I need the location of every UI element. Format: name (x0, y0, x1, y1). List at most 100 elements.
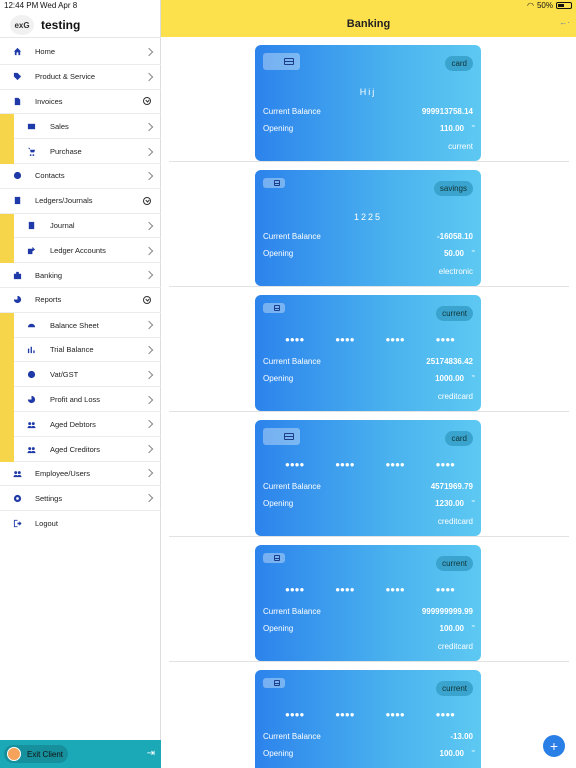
sidebar-footer: Exit Client ⇥ (0, 740, 161, 768)
card-chip-icon (263, 303, 285, 313)
chevron-right-icon (144, 444, 154, 454)
equals-icon: ≈ (471, 249, 475, 255)
list-item[interactable]: savings 1225 Current Balance -16058.10 O… (169, 162, 569, 287)
battery-icon (556, 2, 572, 9)
status-bar: 12:44 PM Wed Apr 8 ◠ 50% (0, 0, 576, 12)
sidebar-item-journal[interactable]: Journal (0, 213, 161, 239)
list-item[interactable]: current ●●●● ●●●● ●●●● ●●●● Current Balance… (169, 287, 569, 412)
bank-card[interactable]: current ●●●● ●●●● ●●●● ●●●● Current Balance… (255, 545, 481, 661)
sidebar-item-aged-debtors[interactable]: Aged Debtors (0, 411, 161, 437)
chevron-right-icon (144, 246, 154, 256)
account-badge: current (436, 306, 473, 321)
chevron-right-icon (144, 395, 154, 404)
sidebar-item-balance-sheet[interactable]: Balance Sheet (0, 312, 161, 338)
bank-card[interactable]: savings 1225 Current Balance -16058.10 O… (255, 170, 481, 286)
sidebar-item-reports[interactable]: Reports (0, 288, 161, 313)
back-arrow-icon[interactable]: ←· (559, 18, 570, 27)
sidebar-item-contacts[interactable]: Contacts (0, 164, 161, 189)
sidebar-item-home[interactable]: Home (0, 40, 161, 65)
current-balance-value: 25174836.42 (426, 357, 473, 366)
sidebar-item-label: Sales (50, 122, 69, 132)
sidebar-item-label: Logout (35, 519, 58, 529)
add-account-button[interactable]: + (543, 735, 565, 757)
pie-icon (13, 295, 22, 304)
wifi-icon: ◠ (527, 1, 534, 10)
sidebar-item-trial-balance[interactable]: Trial Balance (0, 337, 161, 363)
logout-icon[interactable]: ⇥ (147, 748, 155, 759)
sidebar-item-label: Ledger Accounts (50, 246, 106, 256)
sidebar-item-label: Reports (35, 295, 62, 305)
briefcase-icon (13, 271, 22, 280)
contacts-icon (13, 171, 22, 180)
pie-icon (27, 395, 36, 404)
exit-client-button[interactable]: Exit Client (4, 745, 68, 763)
sidebar-item-label: Profit and Loss (50, 395, 101, 405)
users-icon (27, 445, 36, 454)
chevron-right-icon (144, 72, 154, 81)
sidebar-item-banking[interactable]: Banking (0, 263, 161, 288)
opening-label: Opening (263, 249, 294, 258)
current-balance-value: 4571969.79 (430, 482, 473, 491)
account-type: creditcard (437, 392, 473, 401)
bank-card[interactable]: current ●●●● ●●●● ●●●● ●●●● Current Balance… (255, 670, 481, 768)
chevron-down-circle-icon[interactable] (143, 97, 151, 106)
opening-value: 50.00 (443, 249, 464, 258)
current-balance-value: 999999999.99 (421, 607, 473, 616)
card-chip-icon (263, 428, 300, 445)
sidebar-item-ledgers-journals[interactable]: Ledgers/Journals (0, 189, 161, 214)
list-item[interactable]: current ●●●● ●●●● ●●●● ●●●● Current Balance… (169, 662, 569, 768)
chevron-right-icon (144, 122, 154, 132)
current-balance-label: Current Balance (263, 107, 321, 116)
current-balance-value: -13.00 (450, 732, 473, 741)
sidebar-item-ledger-accounts[interactable]: Ledger Accounts (0, 238, 161, 264)
chevron-right-icon (144, 493, 154, 503)
users-icon (27, 420, 36, 429)
list-item[interactable]: card ●●●● ●●●● ●●●● ●●●● Current Balance 45… (169, 412, 569, 537)
account-type: current (448, 142, 473, 151)
sidebar-item-label: Employee/Users (35, 468, 91, 478)
sidebar-item-logout[interactable]: Logout (0, 511, 161, 536)
sidebar-item-label: Aged Creditors (50, 444, 101, 454)
status-date: Wed Apr 8 (40, 1, 78, 10)
list-item[interactable]: current ●●●● ●●●● ●●●● ●●●● Current Balance… (169, 537, 569, 662)
bank-card[interactable]: current ●●●● ●●●● ●●●● ●●●● Current Balance… (255, 295, 481, 411)
chevron-down-circle-icon[interactable] (143, 196, 151, 205)
sidebar-item-label: Vat/GST (50, 370, 79, 380)
chevron-right-icon (144, 221, 154, 231)
chevron-down-circle-icon[interactable] (143, 295, 151, 304)
sidebar-item-vat-gst[interactable]: Vat/GST (0, 362, 161, 388)
equals-icon: ≈ (471, 624, 475, 630)
sidebar-item-product-service[interactable]: Product & Service (0, 65, 161, 90)
cart-icon (27, 147, 36, 157)
account-badge: current (436, 681, 473, 696)
ledger-icon (13, 196, 22, 205)
card-chip-icon (263, 678, 285, 688)
bank-card[interactable]: card Hij Current Balance 999913758.14 Op… (255, 45, 481, 161)
masked-card-number: ●●●● ●●●● ●●●● ●●●● (285, 460, 455, 469)
sidebar-item-profit-loss[interactable]: Profit and Loss (0, 387, 161, 412)
account-type: electronic (438, 267, 473, 276)
sidebar-item-label: Journal (50, 221, 75, 231)
bar-chart-icon (27, 345, 36, 354)
chevron-right-icon (144, 171, 154, 181)
page-title: Banking (346, 18, 391, 30)
sidebar-menu: Home Product & Service Invoices Sales Pu… (0, 40, 161, 536)
sidebar-item-settings[interactable]: Settings (0, 486, 161, 512)
users-icon (13, 469, 22, 478)
company-name: testing (41, 18, 81, 32)
masked-card-number: ●●●● ●●●● ●●●● ●●●● (285, 585, 455, 594)
sidebar-header: exG testing (0, 12, 161, 38)
bank-card[interactable]: card ●●●● ●●●● ●●●● ●●●● Current Balance 45… (255, 420, 481, 536)
sidebar-item-invoices[interactable]: Invoices (0, 90, 161, 115)
sidebar-item-purchase[interactable]: Purchase (0, 139, 161, 164)
sidebar-item-aged-creditors[interactable]: Aged Creditors (0, 436, 161, 462)
document-icon (13, 97, 22, 106)
chevron-right-icon (144, 469, 154, 478)
sidebar-item-employee-users[interactable]: Employee/Users (0, 462, 161, 487)
battery-percent: 50% (536, 1, 553, 10)
opening-value: 1000.00 (435, 374, 464, 383)
sidebar-item-label: Home (35, 47, 56, 57)
opening-label: Opening (263, 624, 294, 633)
list-item[interactable]: card Hij Current Balance 999913758.14 Op… (169, 37, 569, 162)
sidebar-item-sales[interactable]: Sales (0, 114, 161, 140)
